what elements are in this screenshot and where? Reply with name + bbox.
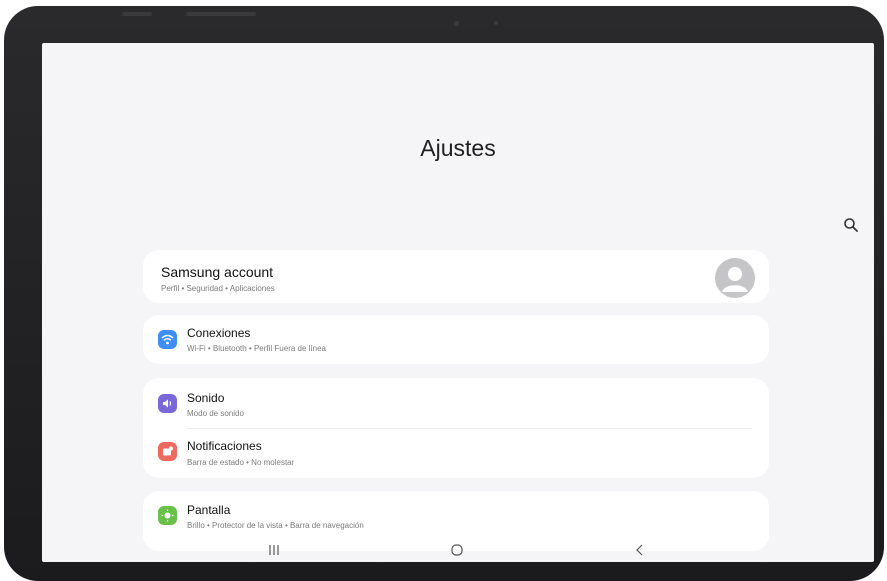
search-icon[interactable] xyxy=(843,217,859,233)
person-avatar-icon[interactable] xyxy=(715,258,755,298)
connections-title: Conexiones xyxy=(187,326,251,340)
notification-icon xyxy=(158,442,177,461)
power-button xyxy=(186,12,256,16)
account-title: Samsung account xyxy=(161,264,274,280)
sound-title: Sonido xyxy=(187,391,225,405)
back-icon[interactable] xyxy=(630,542,650,558)
notifications-title: Notificaciones xyxy=(187,439,262,453)
notifications-row[interactable]: Notificaciones Barra de estado • No mole… xyxy=(143,429,769,478)
notifications-subtitle: Barra de estado • No molestar xyxy=(187,458,295,467)
recents-icon[interactable] xyxy=(264,542,284,558)
sound-notifications-card: Sonido Modo de sonido Notificaciones Bar… xyxy=(143,378,769,478)
display-icon xyxy=(158,506,177,525)
connections-subtitle: Wi-Fi • Bluetooth • Perfil Fuera de líne… xyxy=(187,344,326,353)
wifi-icon xyxy=(158,330,177,349)
home-icon[interactable] xyxy=(447,542,467,558)
tablet-bezel: Ajustes Samsung account Perfil • Segurid… xyxy=(4,6,884,581)
light-sensor xyxy=(494,21,498,25)
samsung-account-card[interactable]: Samsung account Perfil • Seguridad • Apl… xyxy=(143,250,769,303)
settings-screen: Ajustes Samsung account Perfil • Segurid… xyxy=(42,43,874,562)
page-title: Ajustes xyxy=(420,135,496,161)
sound-row[interactable]: Sonido Modo de sonido xyxy=(143,378,769,427)
sound-icon xyxy=(158,394,177,413)
display-subtitle: Brillo • Protector de la vista • Barra d… xyxy=(187,521,364,530)
sound-subtitle: Modo de sonido xyxy=(187,409,244,418)
navigation-bar xyxy=(42,539,874,562)
front-camera xyxy=(454,21,459,26)
volume-button xyxy=(122,12,152,16)
account-subtitle: Perfil • Seguridad • Aplicaciones xyxy=(161,284,275,293)
display-title: Pantalla xyxy=(187,503,231,517)
connections-card[interactable]: Conexiones Wi-Fi • Bluetooth • Perfil Fu… xyxy=(143,315,769,364)
